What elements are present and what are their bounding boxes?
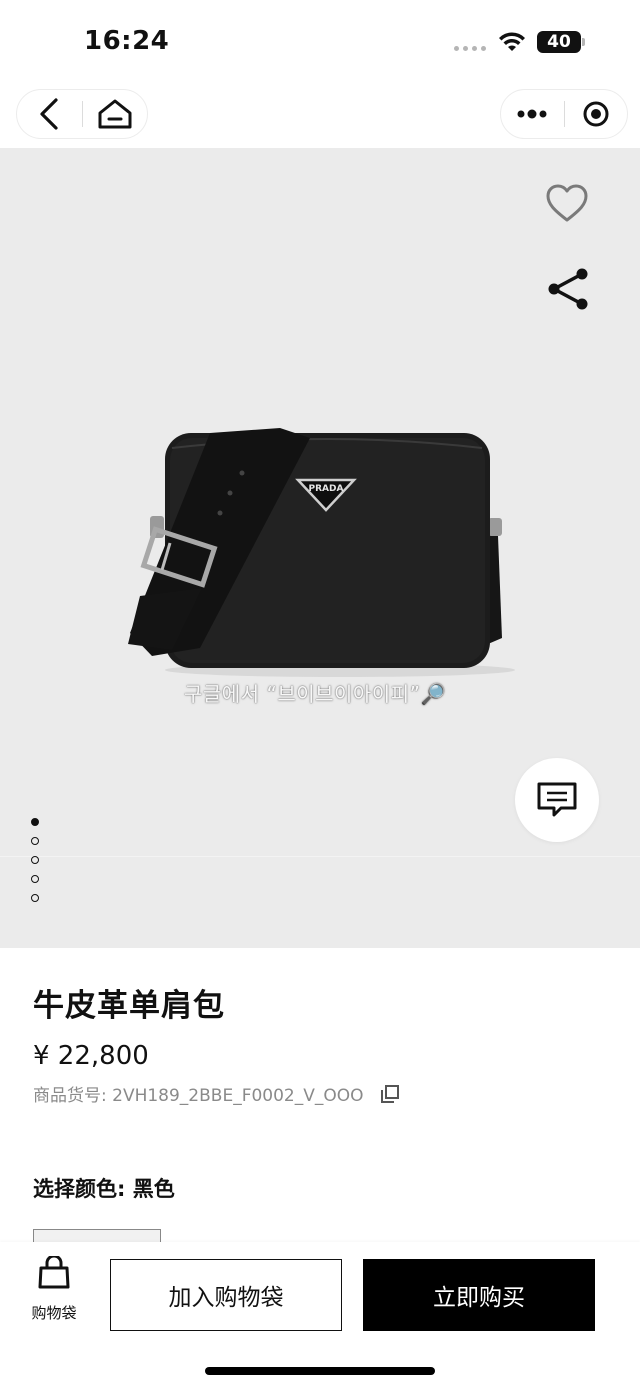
shopping-bag-icon (38, 1256, 70, 1289)
battery-indicator: 40 (537, 31, 585, 53)
close-button[interactable] (565, 89, 628, 139)
home-button[interactable] (83, 89, 148, 139)
buy-now-button[interactable]: 立即购买 (363, 1259, 595, 1331)
heart-icon[interactable] (544, 182, 590, 224)
product-name: 牛皮革单肩包 (33, 988, 225, 1024)
signal-icon (454, 46, 486, 51)
color-label: 选择颜色: 黑色 (33, 1177, 175, 1201)
chat-button[interactable] (515, 758, 599, 842)
status-time: 16:24 (84, 26, 170, 56)
shopping-bag-tab[interactable]: 购物袋 (26, 1256, 82, 1336)
home-indicator (205, 1367, 435, 1375)
more-button[interactable] (501, 89, 564, 139)
product-image: PRADA (128, 428, 515, 677)
pagination-dot[interactable] (31, 894, 39, 902)
mini-program-nav (0, 80, 640, 148)
bottom-action-bar: 购物袋 加入购物袋 立即购买 (0, 1242, 640, 1387)
product-price: ¥ 22,800 (33, 1041, 149, 1071)
target-close-icon (583, 101, 609, 127)
chevron-left-icon (40, 98, 58, 130)
pagination-dot[interactable] (31, 837, 39, 845)
gallery-divider (0, 856, 640, 857)
status-bar: 16:24 40 (0, 0, 640, 80)
copy-icon[interactable] (380, 1084, 400, 1104)
nav-capsule-left (16, 89, 148, 139)
shopping-bag-label: 购物袋 (31, 1304, 77, 1322)
wifi-icon (499, 32, 525, 51)
back-button[interactable] (17, 89, 82, 139)
more-dots-icon (517, 109, 547, 119)
pagination-dot[interactable] (31, 818, 39, 826)
sku-text: 商品货号: 2VH189_2BBE_F0002_V_OOO (33, 1086, 364, 1106)
gallery-pagination (31, 818, 39, 902)
home-icon (98, 99, 132, 129)
add-to-bag-button[interactable]: 加入购物袋 (110, 1259, 342, 1331)
chat-icon (537, 782, 577, 817)
pagination-dot[interactable] (31, 856, 39, 864)
nav-capsule-right (500, 89, 628, 139)
share-icon[interactable] (544, 266, 592, 312)
bag-logo-text: PRADA (309, 484, 344, 494)
sku-row: 商品货号: 2VH189_2BBE_F0002_V_OOO (33, 1081, 400, 1106)
pagination-dot[interactable] (31, 875, 39, 883)
watermark-text: 구글에서 “브이브이아이피”🔎 (184, 682, 446, 706)
product-gallery[interactable]: PRADA 구글에서 “브이브이아이피”🔎 (0, 148, 640, 948)
